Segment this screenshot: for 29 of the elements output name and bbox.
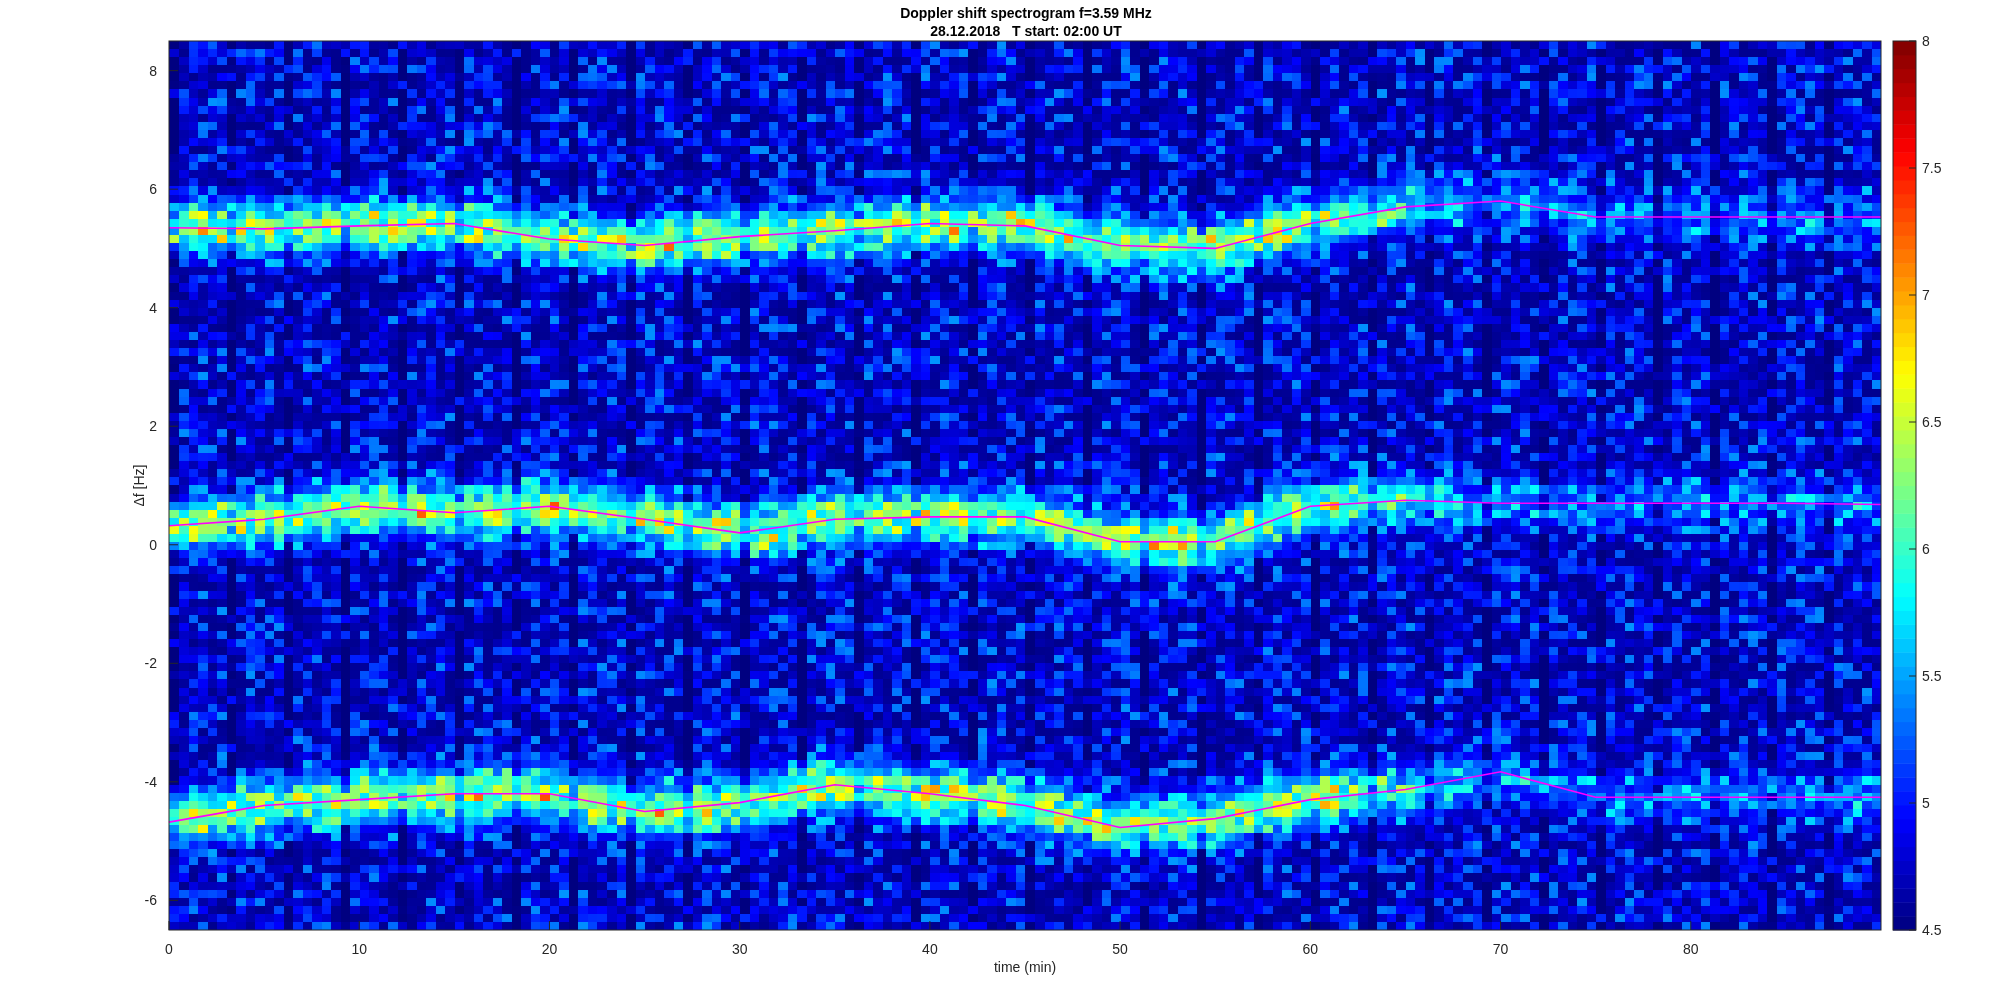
y-tick-label: 0 bbox=[149, 536, 157, 553]
colorbar-tick-label: 6 bbox=[1922, 541, 1930, 557]
colorbar-tick-label: 7 bbox=[1922, 287, 1930, 303]
colorbar-tick-label: 4.5 bbox=[1922, 922, 1942, 938]
y-tick-label: 8 bbox=[149, 62, 157, 79]
x-axis-label: time (min) bbox=[993, 959, 1057, 975]
x-tick-label: 30 bbox=[731, 941, 748, 957]
x-tick-label: 70 bbox=[1492, 941, 1509, 957]
x-tick-label: 10 bbox=[351, 941, 367, 957]
colorbar-tick-label: 8 bbox=[1922, 33, 1930, 49]
y-tick-label: 6 bbox=[149, 181, 157, 198]
y-tick-label: -2 bbox=[144, 655, 157, 672]
y-tick-label: -6 bbox=[144, 892, 157, 909]
y-tick-label: 2 bbox=[149, 418, 157, 435]
x-tick-label: 20 bbox=[541, 941, 558, 957]
x-tick-label: 40 bbox=[922, 941, 938, 957]
colorbar-tick-label: 6.5 bbox=[1922, 414, 1942, 430]
y-tick-label: 4 bbox=[149, 299, 157, 316]
colorbar-tick-label: 7.5 bbox=[1922, 160, 1942, 176]
chart-title: Doppler shift spectrogram f=3.59 MHz bbox=[900, 4, 1152, 22]
x-tick-label: 50 bbox=[1112, 941, 1128, 957]
colorbar-tick-label: 5 bbox=[1922, 795, 1930, 811]
x-tick-label: 60 bbox=[1302, 941, 1319, 957]
x-tick-label: 0 bbox=[165, 941, 173, 957]
y-tick-label: -4 bbox=[144, 773, 157, 790]
x-tick-label: 80 bbox=[1683, 941, 1699, 957]
chart-subtitle: 28.12.2018 T start: 02:00 UT bbox=[930, 22, 1122, 40]
y-axis-label: Δf [Hz] bbox=[131, 464, 147, 507]
colorbar-tick-label: 5.5 bbox=[1922, 668, 1942, 684]
